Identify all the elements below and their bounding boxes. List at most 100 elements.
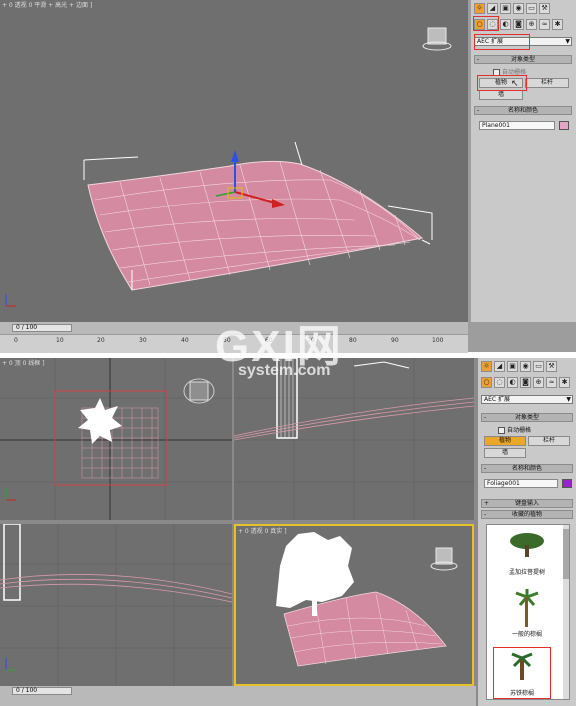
- spacewarps-icon[interactable]: ≈: [539, 19, 550, 30]
- mouse-cursor-icon: ↖: [511, 79, 519, 89]
- top-viewport[interactable]: + 0 顶 0 线框 ]: [0, 358, 232, 520]
- perspective-viewport[interactable]: + 0 透视 0 平滑 + 高光 + 边面 ]: [0, 0, 468, 322]
- utilities-tab-icon[interactable]: ⚒: [546, 361, 557, 372]
- plant-caption: 一般的棕榈: [511, 631, 542, 638]
- autogrid-checkbox[interactable]: 自动栅格: [498, 425, 531, 434]
- highlight-box: [474, 34, 530, 50]
- object-color-swatch[interactable]: [559, 121, 569, 130]
- view-cube-icon[interactable]: [422, 27, 452, 51]
- front-viewport-scene: [234, 358, 474, 520]
- tick-label: 100: [432, 337, 444, 344]
- chevron-down-icon: ▼: [565, 38, 570, 45]
- collapse-icon: -: [484, 465, 487, 472]
- rollout-title: 名称和颜色: [511, 465, 542, 472]
- create-tab-icon[interactable]: ☼: [481, 361, 492, 372]
- utilities-tab-icon[interactable]: ⚒: [539, 3, 550, 14]
- perspective-viewport-active[interactable]: + 0 透视 0 真实 ]: [234, 524, 474, 686]
- rollout-title: 对象类型: [514, 414, 539, 421]
- object-name-field[interactable]: Foliage001: [484, 479, 558, 488]
- panel-tabs: ☼ ◢ ▣ ◉ ▭ ⚒: [481, 361, 557, 372]
- name-color-rollout[interactable]: - 名称和颜色: [474, 106, 572, 115]
- cycad-palm-thumbnail: [511, 652, 533, 680]
- lights-icon[interactable]: ◐: [507, 377, 518, 388]
- rollout-title: 对象类型: [510, 56, 535, 63]
- list-scrollbar[interactable]: [563, 525, 569, 699]
- tick-label: 30: [139, 337, 147, 344]
- rollout-title: 键盘输入: [514, 500, 539, 507]
- object-type-rollout[interactable]: - 对象类型: [474, 55, 572, 64]
- tick-label: 40: [181, 337, 189, 344]
- plant-list[interactable]: 孟加拉菩提树 一般的棕榈 苏铁棕榈: [486, 524, 570, 700]
- wall-button[interactable]: 墙: [484, 448, 526, 458]
- perspective-scene: [276, 532, 458, 667]
- lights-icon[interactable]: ◐: [500, 19, 511, 30]
- helpers-icon[interactable]: ⊕: [526, 19, 537, 30]
- axis-tripod: [5, 488, 16, 501]
- plant-caption: 苏铁棕榈: [509, 690, 534, 697]
- create-tab-icon[interactable]: ☼: [474, 3, 485, 14]
- command-panel: ☼ ◢ ▣ ◉ ▭ ⚒ ○ ◌ ◐ ◙ ⊕ ≈ ✱ AEC 扩展 ▼ - 对象类…: [478, 358, 576, 706]
- watermark-site: system.com: [238, 362, 331, 379]
- geometry-icon[interactable]: ○: [481, 377, 492, 388]
- top-viewport-scene: [0, 358, 232, 520]
- tick-label: 80: [349, 337, 357, 344]
- spacewarps-icon[interactable]: ≈: [546, 377, 557, 388]
- tree-top-silhouette: [78, 398, 122, 444]
- front-viewport[interactable]: [234, 358, 474, 520]
- viewport-scene: [5, 27, 452, 307]
- systems-icon[interactable]: ✱: [552, 19, 563, 30]
- display-tab-icon[interactable]: ▭: [526, 3, 537, 14]
- railing-button[interactable]: 栏杆: [528, 436, 570, 446]
- helpers-icon[interactable]: ⊕: [533, 377, 544, 388]
- collapse-icon: -: [477, 107, 480, 114]
- view-cube-icon[interactable]: [183, 378, 215, 404]
- hierarchy-tab-icon[interactable]: ▣: [507, 361, 518, 372]
- cameras-icon[interactable]: ◙: [520, 377, 531, 388]
- object-name-field[interactable]: Plane001: [479, 121, 555, 130]
- highlight-box: [477, 75, 527, 91]
- favorite-plants-rollout[interactable]: - 收藏的植物: [481, 510, 573, 519]
- axis-tripod: [5, 294, 16, 307]
- rollout-title: 收藏的植物: [511, 511, 542, 518]
- hierarchy-tab-icon[interactable]: ▣: [500, 3, 511, 14]
- left-viewport-scene: [0, 524, 232, 686]
- systems-icon[interactable]: ✱: [559, 377, 570, 388]
- axis-tripod: [5, 658, 16, 671]
- modify-tab-icon[interactable]: ◢: [487, 3, 498, 14]
- name-color-rollout[interactable]: - 名称和颜色: [481, 464, 573, 473]
- banyan-tree-thumbnail[interactable]: [507, 531, 547, 563]
- time-slider[interactable]: 0 / 100: [0, 686, 476, 706]
- frame-counter[interactable]: 0 / 100: [12, 687, 72, 695]
- display-tab-icon[interactable]: ▭: [533, 361, 544, 372]
- left-viewport[interactable]: [0, 524, 232, 686]
- object-type-rollout[interactable]: - 对象类型: [481, 413, 573, 422]
- highlight-box: [473, 16, 499, 31]
- railing-button[interactable]: 栏杆: [525, 78, 569, 88]
- collapse-icon: -: [477, 56, 480, 63]
- shapes-icon[interactable]: ◌: [494, 377, 505, 388]
- motion-tab-icon[interactable]: ◉: [520, 361, 531, 372]
- tick-label: 20: [97, 337, 105, 344]
- cameras-icon[interactable]: ◙: [513, 19, 524, 30]
- category-dropdown[interactable]: AEC 扩展 ▼: [481, 395, 573, 404]
- frame-counter[interactable]: 0 / 100: [12, 324, 72, 332]
- bottom-screenshot: + 0 顶 0 线框 ] + 0 透视 0 真实] 0 / 100 ☼ ◢ ▣…: [0, 358, 576, 706]
- top-screenshot: + 0 透视 0 平滑 + 高光 + 边面 ] ☼ ◢ ▣ ◉ ▭ ⚒ ○ ◌ …: [0, 0, 576, 353]
- wall-button[interactable]: 墙: [479, 90, 523, 100]
- tick-label: 90: [391, 337, 399, 344]
- plane-mesh: [283, 591, 447, 667]
- panel-tabs: ☼ ◢ ▣ ◉ ▭ ⚒: [474, 3, 550, 14]
- collapse-icon: -: [484, 511, 487, 518]
- collapse-icon: -: [484, 414, 487, 421]
- palm-tree-thumbnail[interactable]: [512, 589, 542, 629]
- tick-label: 0: [14, 337, 18, 344]
- keyboard-entry-rollout[interactable]: + 键盘输入: [481, 499, 573, 508]
- plant-selected-frame[interactable]: 苏铁棕榈: [493, 647, 551, 699]
- rollout-title: 名称和颜色: [507, 107, 538, 114]
- foliage-button[interactable]: 植物: [484, 436, 526, 446]
- motion-tab-icon[interactable]: ◉: [513, 3, 524, 14]
- modify-tab-icon[interactable]: ◢: [494, 361, 505, 372]
- object-color-swatch[interactable]: [562, 479, 572, 488]
- view-cube-icon[interactable]: [430, 547, 458, 571]
- create-subtabs: ○ ◌ ◐ ◙ ⊕ ≈ ✱: [481, 377, 570, 388]
